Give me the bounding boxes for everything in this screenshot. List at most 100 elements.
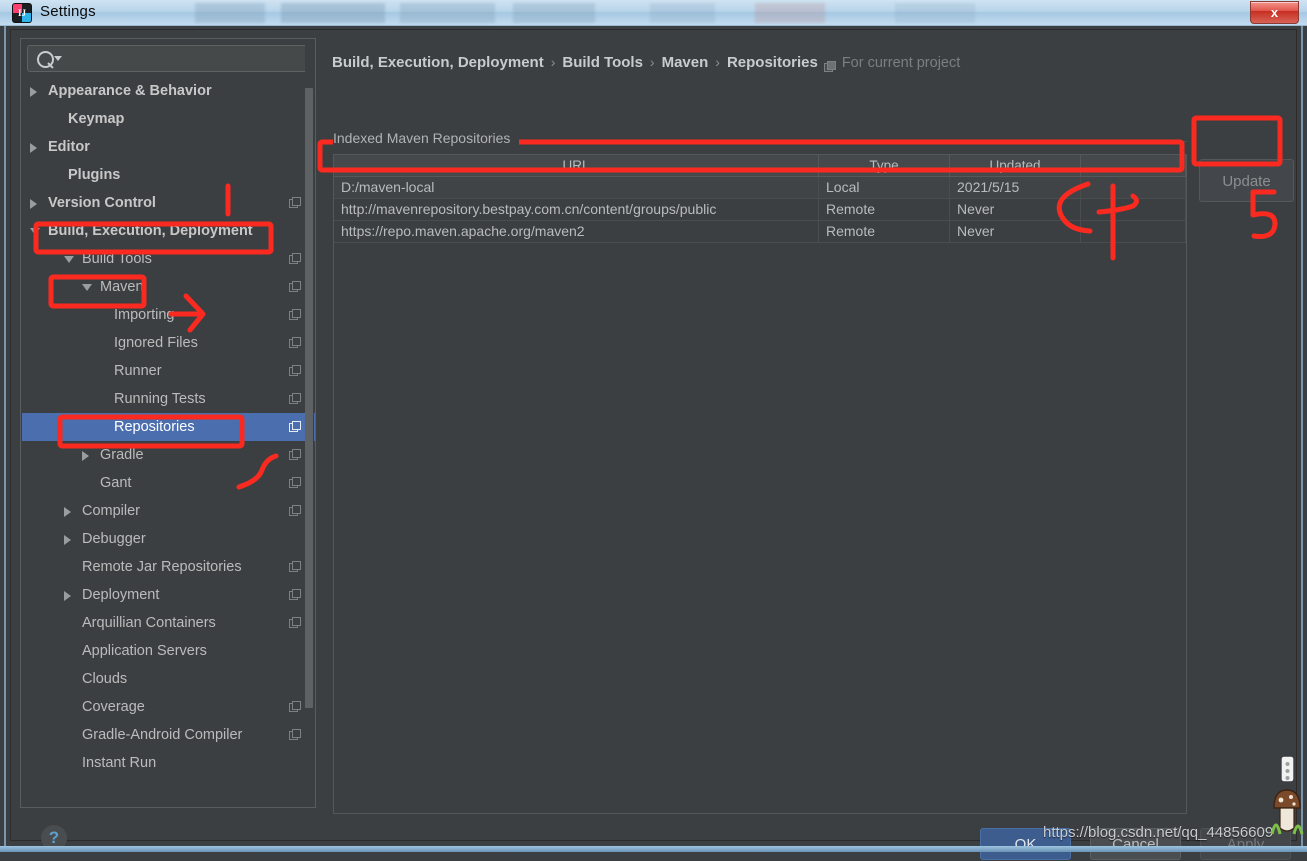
chevron-down-icon[interactable] [30, 228, 40, 240]
chevron-down-icon[interactable] [82, 284, 92, 296]
sidebar-item-plugins[interactable]: Plugins [22, 161, 315, 189]
chevron-right-icon[interactable] [64, 535, 71, 545]
sidebar-item-appearance-behavior[interactable]: Appearance & Behavior [22, 77, 315, 105]
table-column-header-2[interactable]: Updated [950, 155, 1081, 176]
table-cell-url: http://mavenrepository.bestpay.com.cn/co… [334, 199, 819, 220]
copy-settings-icon[interactable] [289, 561, 301, 573]
sidebar-item-label: Coverage [82, 699, 145, 715]
table-cell-url: D:/maven-local [334, 177, 819, 198]
table-cell-updated: Never [950, 221, 1081, 242]
chevron-right-icon[interactable] [64, 591, 71, 601]
update-button[interactable]: Update [1199, 159, 1294, 202]
sidebar-item-running-tests[interactable]: Running Tests [22, 385, 315, 413]
chevron-right-icon[interactable] [30, 199, 37, 209]
chevron-right-icon[interactable] [30, 87, 37, 97]
scope-label-text: For current project [841, 55, 961, 71]
copy-settings-icon[interactable] [289, 477, 301, 489]
sidebar-item-label: Appearance & Behavior [48, 83, 212, 99]
sidebar-item-gradle[interactable]: Gradle [22, 441, 315, 469]
sidebar-item-label: Instant Run [82, 755, 157, 771]
table-cell-extra [1081, 221, 1186, 242]
sidebar-item-label: Gradle-Android Compiler [82, 727, 243, 743]
chevron-right-icon[interactable] [64, 507, 71, 517]
sidebar-item-importing[interactable]: Importing [22, 301, 315, 329]
copy-settings-icon[interactable] [289, 617, 301, 629]
sidebar-item-label: Plugins [68, 167, 121, 183]
sidebar-scrollbar[interactable] [305, 40, 314, 768]
copy-settings-icon[interactable] [289, 421, 301, 433]
breadcrumb-part-2[interactable]: Maven [662, 54, 709, 71]
copy-settings-icon[interactable] [289, 505, 301, 517]
sidebar-item-build-tools[interactable]: Build Tools [22, 245, 315, 273]
sidebar-item-application-servers[interactable]: Application Servers [22, 637, 315, 665]
copy-settings-icon[interactable] [289, 365, 301, 377]
sidebar-item-arquillian-containers[interactable]: Arquillian Containers [22, 609, 315, 637]
copy-settings-icon[interactable] [289, 393, 301, 405]
table-header: URL Type Updated [334, 155, 1186, 177]
sidebar-item-deployment[interactable]: Deployment [22, 581, 315, 609]
table-row[interactable]: D:/maven-local Local 2021/5/15 [334, 177, 1186, 199]
window-title: Settings [40, 3, 96, 20]
sidebar-scrollbar-thumb[interactable] [305, 88, 313, 708]
chevron-right-icon[interactable] [82, 451, 89, 461]
repositories-table[interactable]: URL Type Updated D:/maven-local Local 2021/5… [333, 154, 1187, 814]
sidebar-item-label: Keymap [68, 111, 125, 127]
sidebar-item-build-execution-deployment[interactable]: Build, Execution, Deployment [22, 217, 315, 245]
sidebar-item-keymap[interactable]: Keymap [22, 105, 315, 133]
sidebar-item-gradle-android-compiler[interactable]: Gradle-Android Compiler [22, 721, 315, 749]
sidebar-item-debugger[interactable]: Debugger [22, 525, 315, 553]
window-titlebar[interactable]: IJ Settings x [0, 0, 1307, 26]
copy-settings-icon[interactable] [289, 449, 301, 461]
breadcrumb-separator: › [550, 54, 556, 70]
sidebar-item-compiler[interactable]: Compiler [22, 497, 315, 525]
chevron-down-icon[interactable] [54, 56, 62, 61]
copy-settings-icon[interactable] [289, 589, 301, 601]
sidebar-item-label: Deployment [82, 587, 160, 603]
table-row[interactable]: https://repo.maven.apache.org/maven2 Remo… [334, 221, 1186, 243]
sidebar-item-instant-run[interactable]: Instant Run [22, 749, 315, 777]
scope-label: For current project [818, 55, 961, 72]
table-row[interactable]: http://mavenrepository.bestpay.com.cn/co… [334, 199, 1186, 221]
sidebar-item-label: Version Control [48, 195, 156, 211]
copy-settings-icon[interactable] [289, 197, 301, 209]
table-cell-url: https://repo.maven.apache.org/maven2 [334, 221, 819, 242]
sidebar-item-remote-jar-repositories[interactable]: Remote Jar Repositories [22, 553, 315, 581]
sidebar-item-label: Application Servers [82, 643, 207, 659]
copy-settings-icon[interactable] [289, 701, 301, 713]
sidebar-item-label: Remote Jar Repositories [82, 559, 242, 575]
sidebar-item-label: Repositories [114, 419, 195, 435]
table-column-header-0[interactable]: URL [334, 155, 819, 176]
table-cell-extra [1081, 177, 1186, 198]
copy-settings-icon[interactable] [289, 253, 301, 265]
sidebar-item-editor[interactable]: Editor [22, 133, 315, 161]
copy-settings-icon[interactable] [289, 309, 301, 321]
intellij-idea-icon: IJ [13, 4, 31, 22]
sidebar-item-version-control[interactable]: Version Control [22, 189, 315, 217]
decorative-mushroom-sticker [1270, 755, 1304, 835]
sidebar-item-label: Debugger [82, 531, 146, 547]
search-input[interactable] [66, 49, 305, 71]
copy-settings-icon[interactable] [289, 281, 301, 293]
sidebar-item-runner[interactable]: Runner [22, 357, 315, 385]
sidebar-item-gant[interactable]: Gant [22, 469, 315, 497]
table-column-header-3[interactable] [1081, 155, 1186, 176]
table-cell-type: Remote [819, 221, 950, 242]
sidebar-item-ignored-files[interactable]: Ignored Files [22, 329, 315, 357]
breadcrumb-part-0[interactable]: Build, Execution, Deployment [332, 54, 544, 71]
chevron-right-icon[interactable] [30, 143, 37, 153]
table-cell-type: Local [819, 177, 950, 198]
sidebar-item-repositories[interactable]: Repositories [22, 413, 315, 441]
copy-settings-icon[interactable] [289, 337, 301, 349]
table-column-header-1[interactable]: Type [819, 155, 950, 176]
sidebar-item-maven[interactable]: Maven [22, 273, 315, 301]
copy-settings-icon[interactable] [289, 729, 301, 741]
breadcrumb-separator: › [649, 54, 655, 70]
breadcrumb-part-3[interactable]: Repositories [727, 54, 818, 71]
close-icon[interactable]: x [1250, 1, 1299, 24]
chevron-down-icon[interactable] [64, 256, 74, 268]
breadcrumb-part-1[interactable]: Build Tools [562, 54, 643, 71]
table-cell-extra [1081, 199, 1186, 220]
search-box[interactable] [27, 45, 309, 72]
sidebar-item-coverage[interactable]: Coverage [22, 693, 315, 721]
sidebar-item-clouds[interactable]: Clouds [22, 665, 315, 693]
